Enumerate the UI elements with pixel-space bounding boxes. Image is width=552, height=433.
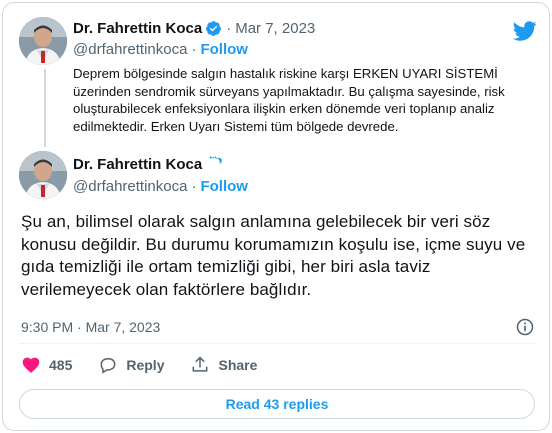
separator-dot: · bbox=[191, 41, 197, 58]
author-handle[interactable]: @drfahrettinkoca bbox=[73, 178, 187, 195]
verified-badge-icon bbox=[209, 156, 223, 168]
thread-connector-line bbox=[44, 69, 46, 147]
tweet-embed-card: Dr. Fahrettin Koca · Mar 7, 2023 @drfahr… bbox=[2, 2, 550, 431]
author-name[interactable]: Dr. Fahrettin Koca bbox=[73, 20, 202, 37]
tweet-timestamp[interactable]: 9:30 PM · Mar 7, 2023 bbox=[21, 319, 160, 335]
author-name[interactable]: Dr. Fahrettin Koca bbox=[73, 156, 202, 173]
avatar-photo bbox=[19, 151, 67, 199]
heart-icon bbox=[22, 357, 40, 373]
reply-button[interactable]: Reply bbox=[98, 355, 164, 375]
like-button[interactable]: 485 bbox=[21, 355, 72, 375]
separator-dot: · bbox=[191, 178, 197, 195]
main-author-row: Dr. Fahrettin Koca bbox=[73, 156, 223, 173]
avatar[interactable] bbox=[19, 151, 67, 199]
main-handle-row: @drfahrettinkoca · Follow bbox=[73, 178, 248, 195]
reply-label: Reply bbox=[126, 357, 165, 373]
like-count: 485 bbox=[49, 357, 73, 373]
avatar[interactable] bbox=[19, 17, 67, 65]
share-icon bbox=[193, 356, 208, 372]
quoted-tweet-text: Deprem bölgesinde salgın hastalık riskin… bbox=[73, 66, 505, 134]
reply-bubble-icon bbox=[100, 358, 116, 374]
timestamp-text[interactable]: 9:30 PM · Mar 7, 2023 bbox=[21, 319, 160, 335]
tweet-date[interactable]: Mar 7, 2023 bbox=[235, 20, 315, 37]
author-handle[interactable]: @drfahrettinkoca bbox=[73, 41, 187, 58]
share-button[interactable]: Share bbox=[190, 355, 257, 375]
share-label: Share bbox=[218, 357, 258, 373]
action-bar: 485 Reply Share bbox=[21, 355, 283, 375]
info-icon[interactable] bbox=[515, 317, 535, 337]
twitter-bird-icon[interactable] bbox=[513, 19, 537, 43]
follow-button[interactable]: Follow bbox=[200, 41, 248, 58]
quoted-author-row: Dr. Fahrettin Koca · Mar 7, 2023 bbox=[73, 20, 315, 37]
avatar-photo bbox=[19, 17, 67, 65]
read-replies-label: Read 43 replies bbox=[225, 396, 329, 412]
verified-badge-icon bbox=[206, 21, 222, 36]
divider bbox=[19, 343, 535, 344]
follow-button[interactable]: Follow bbox=[200, 178, 248, 195]
read-replies-button[interactable]: Read 43 replies bbox=[19, 389, 535, 419]
main-tweet-text: Şu an, bilimsel olarak salgın anlamına g… bbox=[21, 212, 526, 299]
quoted-handle-row: @drfahrettinkoca · Follow bbox=[73, 41, 248, 58]
separator-dot: · bbox=[226, 20, 232, 37]
